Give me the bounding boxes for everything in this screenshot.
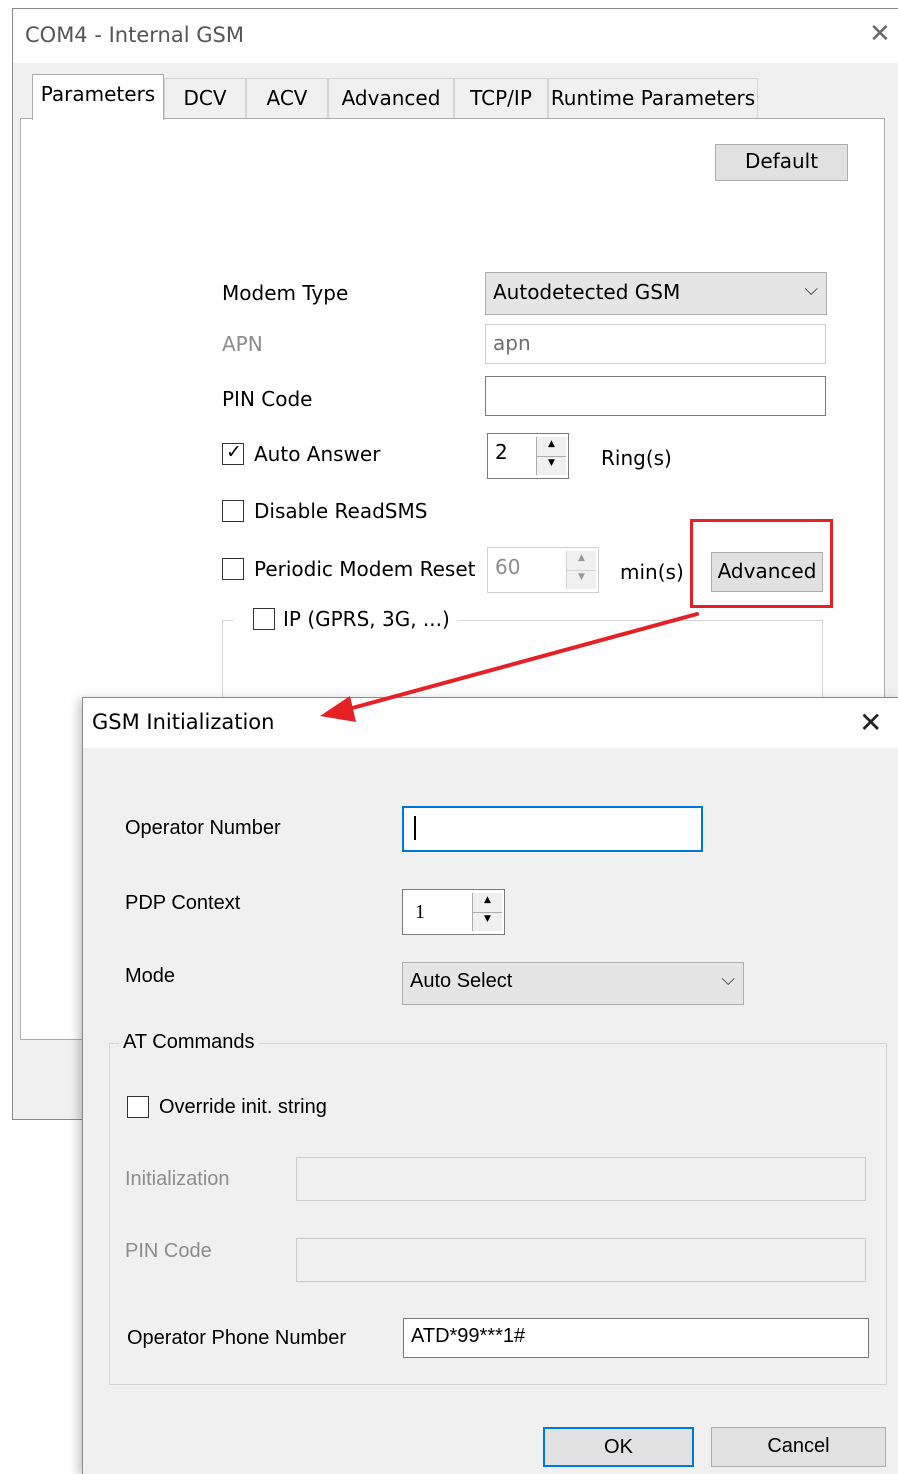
periodic-reset-spinner[interactable]: 60 ▲ ▼ [487, 547, 599, 593]
min-unit-label: min(s) [620, 560, 684, 584]
cancel-button[interactable]: Cancel [711, 1427, 886, 1467]
disable-readsms-checkbox[interactable] [222, 500, 244, 522]
spin-down-icon[interactable]: ▼ [537, 456, 566, 475]
initialization-input[interactable] [296, 1157, 866, 1201]
periodic-reset-checkbox[interactable] [222, 558, 244, 580]
close-icon[interactable]: ✕ [859, 706, 882, 739]
ip-group-label: IP (GPRS, 3G, ...) [283, 607, 450, 631]
dialog-title: GSM Initialization [92, 710, 275, 734]
modem-type-label: Modem Type [222, 281, 349, 305]
initialization-label: Initialization [125, 1168, 230, 1190]
default-button[interactable]: Default [715, 144, 848, 181]
gsm-initialization-dialog: GSM Initialization ✕ Operator Number PDP… [82, 697, 898, 1474]
at-commands-title: AT Commands [119, 1031, 259, 1054]
pdp-context-spinner[interactable]: 1 ▲ ▼ [402, 889, 505, 935]
tab-advanced[interactable]: Advanced [328, 78, 454, 118]
periodic-reset-value: 60 [495, 555, 521, 579]
window-title: COM4 - Internal GSM [25, 23, 244, 47]
auto-answer-spinner[interactable]: 2 ▲ ▼ [487, 433, 569, 479]
spin-up-icon[interactable]: ▲ [537, 437, 566, 457]
tab-tcpip[interactable]: TCP/IP [454, 78, 548, 118]
mode-select[interactable]: Auto Select ⌵ [402, 962, 744, 1005]
operator-phone-label: Operator Phone Number [127, 1327, 347, 1349]
at-pin-code-input[interactable] [296, 1238, 866, 1282]
ip-group-header: IP (GPRS, 3G, ...) [233, 606, 457, 636]
operator-number-input[interactable] [402, 806, 703, 852]
pdp-context-value: 1 [415, 901, 425, 923]
spin-down-icon[interactable]: ▼ [567, 570, 596, 589]
apn-label: APN [222, 332, 263, 356]
spin-up-icon[interactable]: ▲ [473, 893, 502, 913]
dialog-title-bar: GSM Initialization ✕ [83, 698, 898, 748]
title-bar: COM4 - Internal GSM ✕ [13, 9, 898, 63]
spin-up-icon[interactable]: ▲ [567, 551, 596, 571]
ip-group-checkbox[interactable] [253, 608, 275, 630]
pin-code-input[interactable] [485, 376, 826, 416]
disable-readsms-label: Disable ReadSMS [254, 499, 428, 523]
spin-down-icon[interactable]: ▼ [473, 912, 502, 931]
override-init-checkbox[interactable] [127, 1096, 149, 1118]
mode-label: Mode [125, 965, 176, 987]
spin-buttons: ▲ ▼ [472, 893, 502, 931]
tab-runtime-parameters[interactable]: Runtime Parameters [548, 78, 758, 118]
override-init-label: Override init. string [159, 1096, 327, 1118]
operator-phone-input[interactable]: ATD*99***1# [403, 1318, 869, 1358]
spin-buttons: ▲ ▼ [536, 437, 566, 475]
tab-dcv[interactable]: DCV [164, 78, 246, 118]
modem-type-value: Autodetected GSM [493, 280, 681, 304]
modem-type-select[interactable]: Autodetected GSM ⌵ [485, 272, 827, 315]
tab-acv[interactable]: ACV [246, 78, 328, 118]
tab-parameters[interactable]: Parameters [32, 74, 164, 120]
at-pin-code-label: PIN Code [125, 1240, 212, 1262]
auto-answer-checkbox[interactable]: ✓ [222, 441, 244, 465]
spin-buttons-disabled: ▲ ▼ [566, 551, 596, 589]
chevron-down-icon: ⌵ [721, 969, 735, 989]
pin-code-label: PIN Code [222, 387, 313, 411]
periodic-reset-label: Periodic Modem Reset [254, 557, 476, 581]
chevron-down-icon: ⌵ [804, 279, 818, 300]
auto-answer-label: Auto Answer [254, 442, 381, 466]
mode-value: Auto Select [410, 970, 513, 992]
operator-number-label: Operator Number [125, 817, 281, 839]
highlight-box [690, 519, 833, 608]
checkmark-icon: ✓ [226, 441, 242, 463]
pdp-context-label: PDP Context [125, 892, 241, 914]
close-icon[interactable]: ✕ [869, 19, 891, 49]
ok-button[interactable]: OK [543, 1427, 694, 1467]
auto-answer-value: 2 [495, 440, 508, 464]
apn-input[interactable]: apn [485, 324, 826, 364]
ring-unit-label: Ring(s) [601, 446, 672, 470]
text-cursor [414, 816, 416, 840]
